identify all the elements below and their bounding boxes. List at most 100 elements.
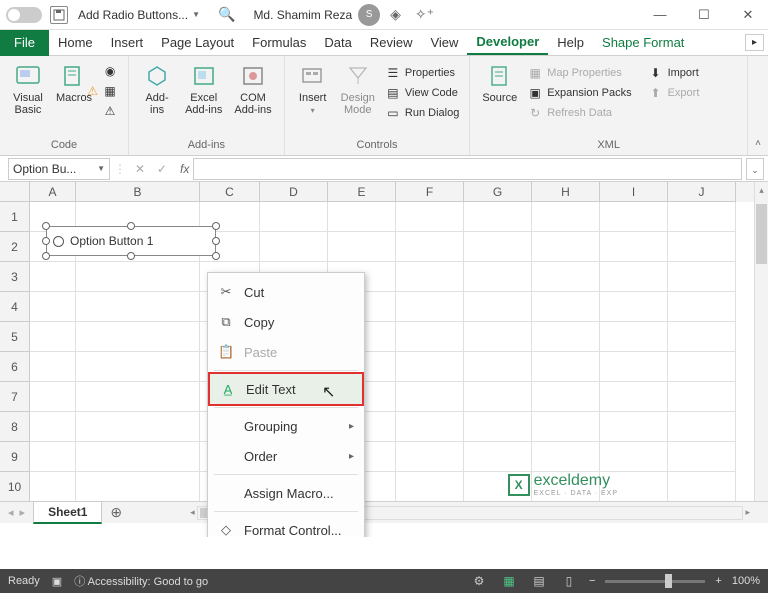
cell[interactable] bbox=[76, 262, 200, 292]
cell[interactable] bbox=[30, 442, 76, 472]
maximize-icon[interactable]: ☐ bbox=[690, 7, 718, 23]
cell[interactable] bbox=[76, 292, 200, 322]
cell[interactable] bbox=[464, 412, 532, 442]
scroll-up-icon[interactable]: ▴ bbox=[755, 185, 768, 196]
cell[interactable] bbox=[668, 322, 736, 352]
tab-help[interactable]: Help bbox=[548, 31, 593, 54]
cell[interactable] bbox=[464, 322, 532, 352]
cell[interactable] bbox=[76, 322, 200, 352]
column-header[interactable]: C bbox=[200, 182, 260, 202]
cell[interactable] bbox=[328, 232, 396, 262]
resize-handle[interactable] bbox=[127, 222, 135, 230]
column-header[interactable]: I bbox=[600, 182, 668, 202]
cell[interactable] bbox=[600, 442, 668, 472]
visual-basic-button[interactable]: Visual Basic bbox=[8, 60, 48, 139]
option-button-control[interactable]: Option Button 1 bbox=[46, 226, 216, 256]
close-icon[interactable]: ✕ bbox=[734, 7, 762, 23]
display-settings-icon[interactable]: ⚙ bbox=[469, 573, 489, 589]
cell[interactable] bbox=[76, 412, 200, 442]
column-header[interactable]: E bbox=[328, 182, 396, 202]
cell[interactable] bbox=[600, 382, 668, 412]
resize-handle[interactable] bbox=[127, 252, 135, 260]
cell[interactable] bbox=[532, 322, 600, 352]
fx-icon[interactable]: fx bbox=[180, 162, 189, 176]
resize-handle[interactable] bbox=[212, 222, 220, 230]
ctx-edit-text[interactable]: A̲ Edit Text ↖ bbox=[208, 372, 364, 406]
cell[interactable] bbox=[396, 322, 464, 352]
tab-formulas[interactable]: Formulas bbox=[243, 31, 315, 54]
prev-sheet-icon[interactable]: ◂ bbox=[8, 506, 14, 519]
normal-view-icon[interactable]: ▦ bbox=[499, 573, 519, 589]
ctx-cut[interactable]: ✂Cut bbox=[208, 277, 364, 307]
design-mode-button[interactable]: Design Mode bbox=[337, 60, 379, 139]
cancel-formula-icon[interactable]: ✕ bbox=[130, 162, 150, 176]
resize-handle[interactable] bbox=[42, 222, 50, 230]
search-icon[interactable]: 🔍 bbox=[218, 6, 235, 23]
minimize-icon[interactable]: — bbox=[646, 7, 674, 22]
source-button[interactable]: Source bbox=[478, 60, 521, 139]
cell[interactable] bbox=[328, 202, 396, 232]
cell[interactable] bbox=[396, 292, 464, 322]
tab-insert[interactable]: Insert bbox=[102, 31, 153, 54]
view-code-button[interactable]: ▤View Code bbox=[383, 84, 461, 102]
row-header[interactable]: 4 bbox=[0, 292, 30, 322]
expansion-packs-button[interactable]: ▣Expansion Packs bbox=[525, 84, 633, 102]
import-button[interactable]: ⬇Import bbox=[646, 64, 702, 82]
zoom-in-icon[interactable]: + bbox=[715, 575, 721, 587]
row-header[interactable]: 10 bbox=[0, 472, 30, 502]
name-box-dropdown-icon[interactable]: ▼ bbox=[97, 164, 105, 173]
row-header[interactable]: 7 bbox=[0, 382, 30, 412]
diamond-icon[interactable]: ◈ bbox=[390, 6, 401, 23]
cell[interactable] bbox=[464, 262, 532, 292]
tab-page-layout[interactable]: Page Layout bbox=[152, 31, 243, 54]
avatar[interactable]: S bbox=[358, 4, 380, 26]
zoom-slider[interactable] bbox=[605, 580, 705, 583]
cell[interactable] bbox=[464, 442, 532, 472]
com-addins-button[interactable]: COM Add-ins bbox=[230, 60, 275, 139]
accessibility-status[interactable]: ⓘ Accessibility: Good to go bbox=[74, 573, 208, 589]
cell[interactable] bbox=[30, 412, 76, 442]
cell[interactable] bbox=[532, 202, 600, 232]
row-header[interactable]: 8 bbox=[0, 412, 30, 442]
row-header[interactable]: 2 bbox=[0, 232, 30, 262]
resize-handle[interactable] bbox=[212, 237, 220, 245]
page-layout-view-icon[interactable]: ▤ bbox=[529, 573, 549, 589]
cell[interactable] bbox=[600, 352, 668, 382]
macros-button[interactable]: Macros ⚠ bbox=[52, 60, 96, 139]
cell[interactable] bbox=[668, 352, 736, 382]
tab-overflow-icon[interactable]: ▸ bbox=[745, 34, 764, 51]
collapse-ribbon-icon[interactable]: ˄ bbox=[748, 56, 768, 155]
cell[interactable] bbox=[668, 382, 736, 412]
vertical-scrollbar[interactable]: ▴ ▾ bbox=[754, 182, 768, 523]
cell[interactable] bbox=[600, 262, 668, 292]
ctx-format-control[interactable]: ◇Format Control... bbox=[208, 515, 364, 537]
cell[interactable] bbox=[668, 232, 736, 262]
cell[interactable] bbox=[396, 232, 464, 262]
cell[interactable] bbox=[464, 292, 532, 322]
wand-icon[interactable]: ✧⁺ bbox=[415, 6, 434, 23]
excel-addins-button[interactable]: Excel Add-ins bbox=[181, 60, 226, 139]
name-box[interactable]: Option Bu... ▼ bbox=[8, 158, 110, 180]
column-header[interactable]: H bbox=[532, 182, 600, 202]
row-header[interactable]: 9 bbox=[0, 442, 30, 472]
cell[interactable] bbox=[668, 442, 736, 472]
add-sheet-icon[interactable]: ⊕ bbox=[102, 504, 130, 521]
cell[interactable] bbox=[532, 412, 600, 442]
cell[interactable] bbox=[532, 292, 600, 322]
cell[interactable] bbox=[396, 442, 464, 472]
run-dialog-button[interactable]: ▭Run Dialog bbox=[383, 104, 461, 122]
cell[interactable] bbox=[464, 382, 532, 412]
cell[interactable] bbox=[532, 262, 600, 292]
cell[interactable] bbox=[668, 412, 736, 442]
record-macro-button[interactable]: ◉ bbox=[100, 62, 120, 80]
relative-refs-button[interactable]: ▦ bbox=[100, 82, 120, 100]
cell[interactable] bbox=[532, 382, 600, 412]
ctx-grouping[interactable]: Grouping▸ bbox=[208, 411, 364, 441]
resize-handle[interactable] bbox=[42, 237, 50, 245]
sheet-tab-sheet1[interactable]: Sheet1 bbox=[33, 501, 102, 524]
expand-formula-icon[interactable]: ⌄ bbox=[746, 158, 764, 180]
cell[interactable] bbox=[464, 352, 532, 382]
cell[interactable] bbox=[668, 262, 736, 292]
addins-button[interactable]: Add- ins bbox=[137, 60, 177, 139]
cell[interactable] bbox=[668, 292, 736, 322]
